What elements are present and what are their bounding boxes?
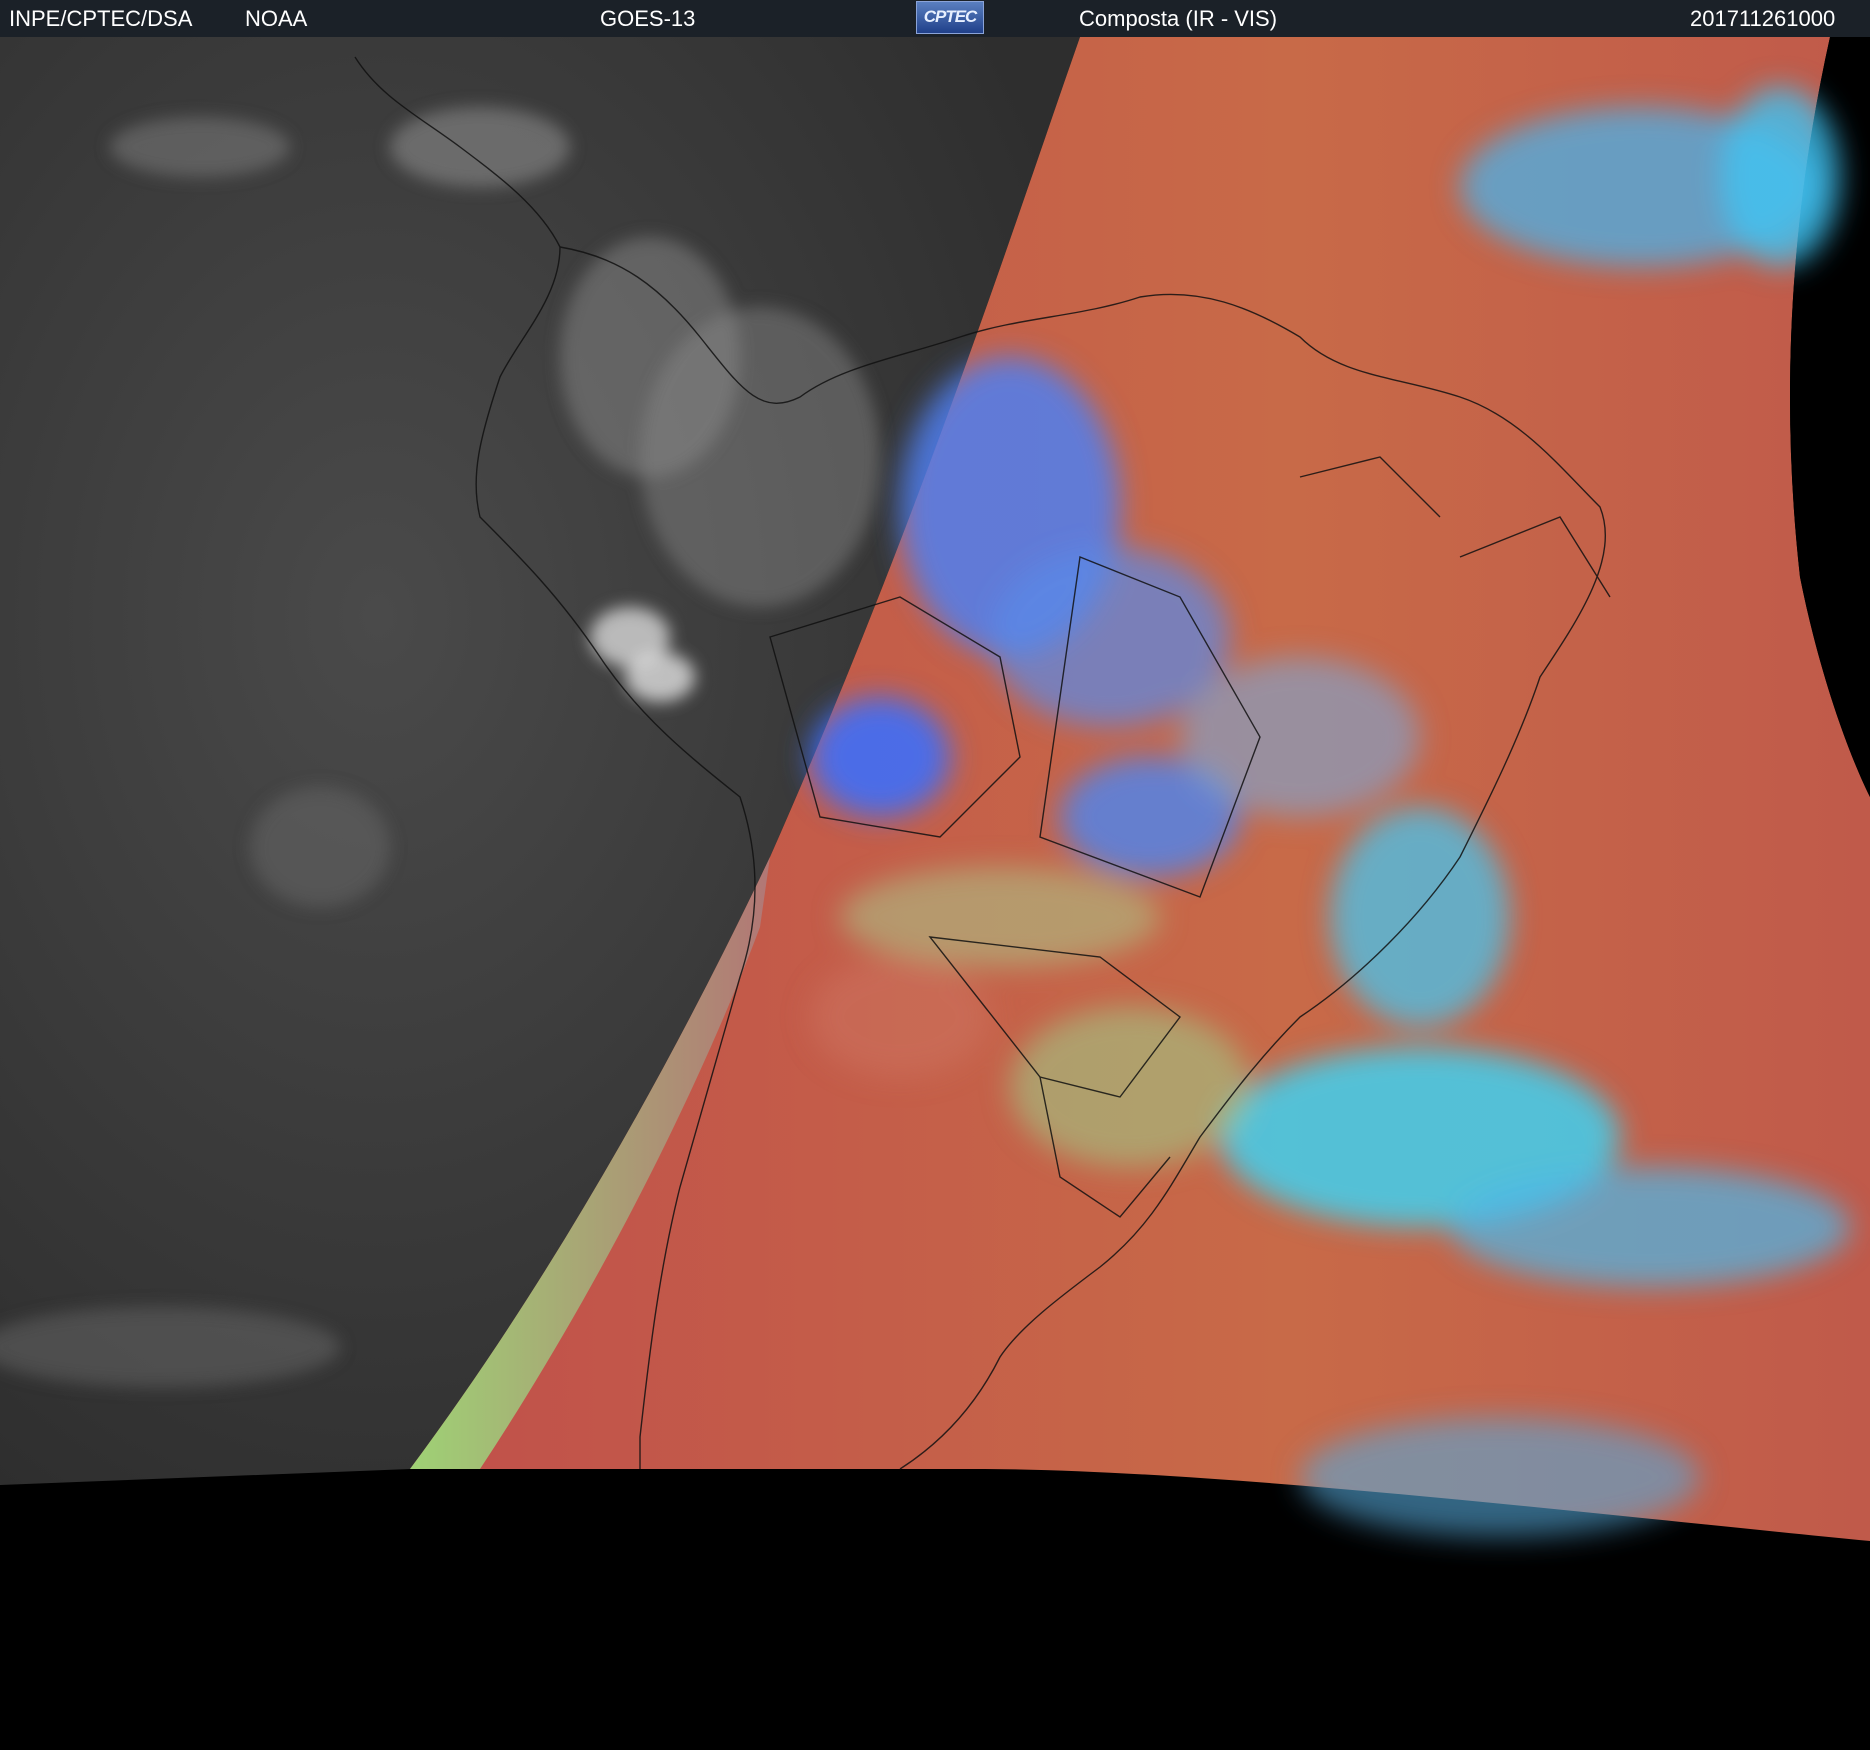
header-bar: INPE/CPTEC/DSA NOAA GOES-13 CPTEC Compos…	[0, 0, 1870, 37]
product-label: Composta (IR - VIS)	[1079, 6, 1278, 31]
timestamp-label: 201711261000	[1690, 6, 1836, 31]
satellite-label: GOES-13	[600, 6, 696, 31]
cptec-logo: CPTEC	[916, 1, 984, 34]
satellite-image	[0, 37, 1870, 1541]
agency-label: INPE/CPTEC/DSA	[9, 6, 193, 31]
partner-label: NOAA	[245, 6, 308, 31]
